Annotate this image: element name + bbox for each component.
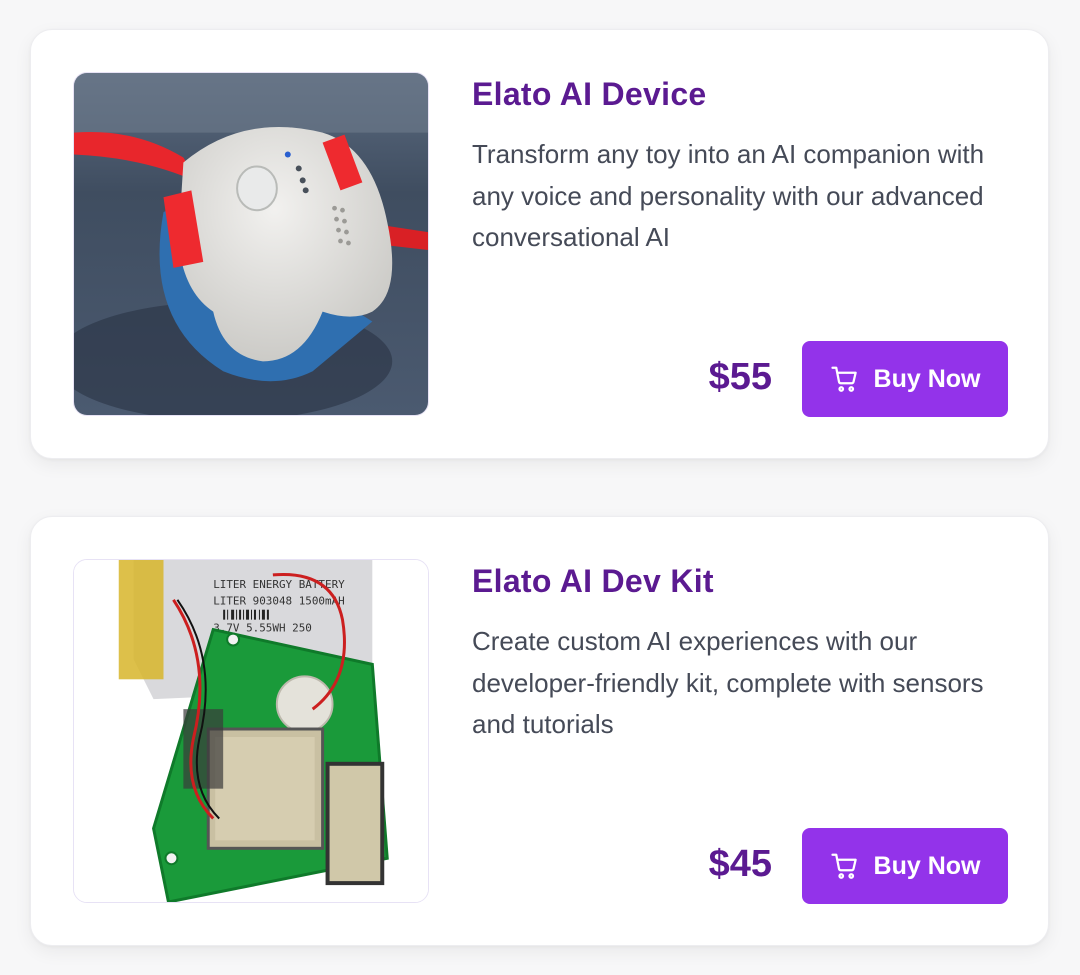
product-title: Elato AI Dev Kit bbox=[472, 563, 714, 599]
shopping-cart-icon bbox=[830, 851, 860, 881]
product-price: $45 bbox=[708, 843, 772, 885]
product-price: $55 bbox=[708, 356, 772, 398]
buy-now-label: Buy Now bbox=[873, 851, 981, 880]
dev-kit-photo: LITER ENERGY BATTERY LITER 903048 1500mA… bbox=[73, 559, 429, 903]
shopping-cart-icon bbox=[830, 364, 860, 394]
ai-device-photo bbox=[73, 72, 429, 416]
buy-now-button[interactable]: Buy Now bbox=[802, 341, 1008, 417]
product-title: Elato AI Device bbox=[472, 76, 707, 112]
buy-now-label: Buy Now bbox=[873, 364, 981, 393]
product-description: Create custom AI experiences with our de… bbox=[472, 626, 984, 739]
buy-now-button[interactable]: Buy Now bbox=[802, 828, 1008, 904]
product-description: Transform any toy into an AI companion w… bbox=[472, 139, 985, 252]
product-card-dev-kit: LITER ENERGY BATTERY LITER 903048 1500mA… bbox=[30, 516, 1049, 946]
svg-text:LITER 903048 1500mAH: LITER 903048 1500mAH bbox=[213, 595, 345, 608]
product-card-ai-device: Elato AI Device Transform any toy into a… bbox=[30, 29, 1049, 459]
